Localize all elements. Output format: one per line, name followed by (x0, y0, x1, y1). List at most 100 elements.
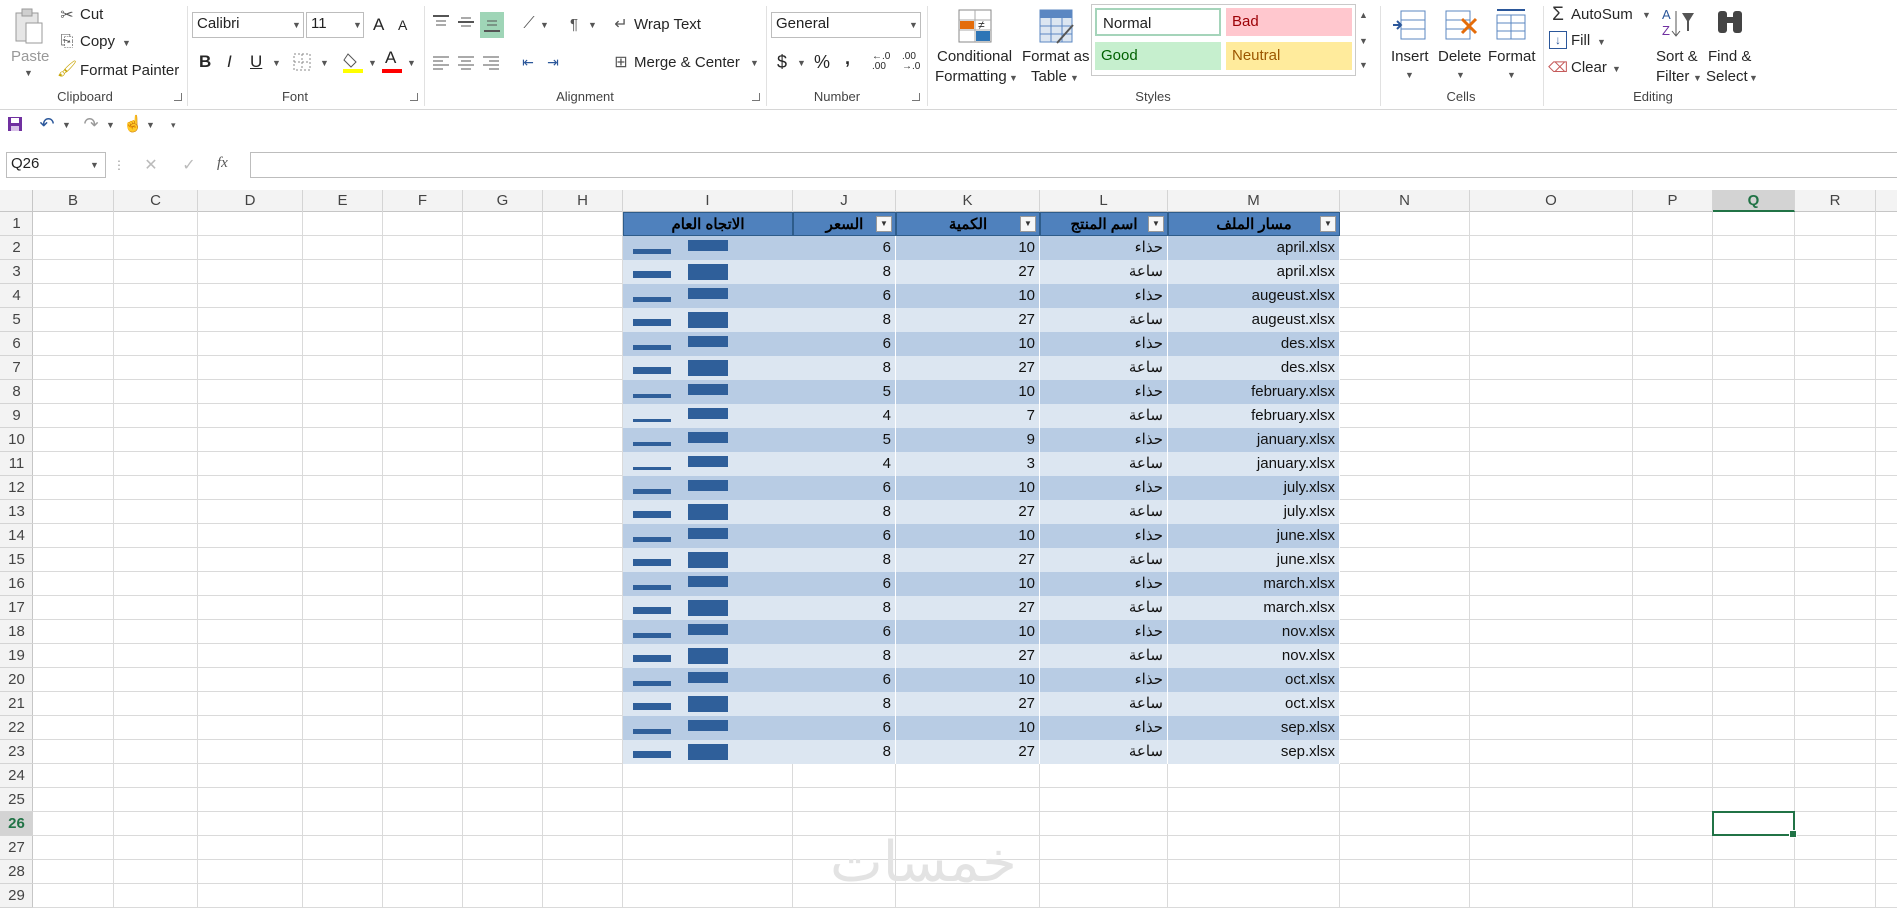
table-cell-k[interactable]: 10 (896, 332, 1040, 356)
insert-dropdown-icon[interactable]: ▼ (1405, 70, 1414, 80)
cancel-edit-icon[interactable]: ✕ (140, 154, 162, 176)
table-cell-l[interactable]: حذاء (1040, 284, 1168, 308)
orientation-icon[interactable]: ⟋ (518, 14, 540, 34)
number-format-select[interactable]: General (771, 12, 921, 38)
font-launcher[interactable] (410, 93, 418, 101)
row-header-10[interactable]: 10 (0, 428, 33, 452)
table-cell-m[interactable]: des.xlsx (1168, 332, 1340, 356)
name-box-dropdown-icon[interactable]: ▼ (90, 160, 99, 170)
number-launcher[interactable] (912, 93, 920, 101)
borders-dropdown-icon[interactable]: ▼ (320, 58, 329, 68)
align-top-icon[interactable] (430, 12, 452, 32)
copy-dropdown-icon[interactable]: ▼ (122, 38, 131, 48)
bold-button[interactable]: B (199, 52, 211, 72)
column-header-h[interactable]: H (543, 190, 623, 212)
fill-dropdown-icon[interactable]: ▼ (1597, 37, 1606, 47)
find-select-button[interactable]: Find & (1708, 48, 1751, 65)
font-name-select[interactable]: Calibri (192, 12, 304, 38)
table-header-m[interactable]: مسار الملف (1168, 212, 1340, 236)
table-cell-k[interactable]: 27 (896, 356, 1040, 380)
table-cell-k[interactable]: 10 (896, 620, 1040, 644)
row-header-23[interactable]: 23 (0, 740, 33, 764)
underline-button[interactable]: U (250, 52, 262, 72)
percent-button[interactable]: % (814, 52, 830, 73)
shrink-font-button[interactable]: A (398, 17, 407, 33)
table-cell-m[interactable]: april.xlsx (1168, 236, 1340, 260)
table-cell-l[interactable]: ساعة (1040, 740, 1168, 764)
find-select-dropdown-icon[interactable]: ▼ (1749, 73, 1758, 83)
table-cell-m[interactable]: january.xlsx (1168, 428, 1340, 452)
table-cell-l[interactable]: ساعة (1040, 452, 1168, 476)
table-cell-k[interactable]: 9 (896, 428, 1040, 452)
row-header-9[interactable]: 9 (0, 404, 33, 428)
table-cell-m[interactable]: june.xlsx (1168, 548, 1340, 572)
insert-function-button[interactable]: fx (217, 155, 228, 172)
column-header-p[interactable]: P (1633, 190, 1713, 212)
table-cell-l[interactable]: ساعة (1040, 692, 1168, 716)
delete-dropdown-icon[interactable]: ▼ (1456, 70, 1465, 80)
column-header-l[interactable]: L (1040, 190, 1168, 212)
table-cell-k[interactable]: 10 (896, 476, 1040, 500)
table-cell-k[interactable]: 7 (896, 404, 1040, 428)
format-as-table-button[interactable]: Format as (1022, 48, 1090, 65)
fill-button[interactable]: Fill (1571, 32, 1590, 49)
style-normal[interactable]: Normal (1095, 8, 1221, 36)
table-cell-j[interactable]: 8 (793, 596, 896, 620)
table-cell-j[interactable]: 6 (793, 572, 896, 596)
column-header-b[interactable]: B (33, 190, 114, 212)
insert-button[interactable]: Insert (1391, 48, 1429, 65)
column-header-g[interactable]: G (463, 190, 543, 212)
row-header-26[interactable]: 26 (0, 812, 33, 836)
filter-dropdown-icon[interactable]: ▼ (876, 216, 892, 232)
table-cell-k[interactable]: 10 (896, 236, 1040, 260)
row-header-14[interactable]: 14 (0, 524, 33, 548)
row-header-18[interactable]: 18 (0, 620, 33, 644)
decrease-indent-icon[interactable]: ⇤ (517, 52, 539, 72)
align-center-icon[interactable] (455, 52, 477, 72)
sort-filter-dropdown-icon[interactable]: ▼ (1693, 73, 1702, 83)
table-cell-k[interactable]: 10 (896, 716, 1040, 740)
find-select-button-line2[interactable]: Select (1706, 68, 1748, 85)
conditional-formatting-button-line2[interactable]: Formatting (935, 68, 1007, 85)
table-cell-j[interactable]: 6 (793, 236, 896, 260)
table-cell-l[interactable]: حذاء (1040, 716, 1168, 740)
filter-dropdown-icon[interactable]: ▼ (1148, 216, 1164, 232)
currency-dropdown-icon[interactable]: ▼ (797, 58, 806, 68)
fill-color-dropdown-icon[interactable]: ▼ (368, 58, 377, 68)
table-cell-m[interactable]: nov.xlsx (1168, 620, 1340, 644)
row-header-27[interactable]: 27 (0, 836, 33, 860)
row-header-1[interactable]: 1 (0, 212, 33, 236)
table-cell-j[interactable]: 8 (793, 644, 896, 668)
italic-button[interactable]: I (227, 52, 232, 72)
table-cell-j[interactable]: 4 (793, 452, 896, 476)
column-header-d[interactable]: D (198, 190, 303, 212)
table-cell-l[interactable]: حذاء (1040, 380, 1168, 404)
undo-icon[interactable]: ↶ (36, 113, 58, 135)
table-cell-k[interactable]: 27 (896, 740, 1040, 764)
table-cell-j[interactable]: 6 (793, 668, 896, 692)
style-bad[interactable]: Bad (1226, 8, 1352, 36)
row-header-8[interactable]: 8 (0, 380, 33, 404)
paragraph-direction-icon[interactable]: ¶ (563, 14, 585, 34)
table-cell-j[interactable]: 8 (793, 740, 896, 764)
table-cell-l[interactable]: حذاء (1040, 668, 1168, 692)
row-header-24[interactable]: 24 (0, 764, 33, 788)
column-header-j[interactable]: J (793, 190, 896, 212)
borders-icon[interactable] (292, 52, 312, 72)
comma-button[interactable]: , (845, 48, 850, 69)
table-cell-j[interactable]: 4 (793, 404, 896, 428)
redo-dropdown-icon[interactable]: ▼ (106, 120, 115, 130)
table-cell-m[interactable]: oct.xlsx (1168, 692, 1340, 716)
table-cell-m[interactable]: february.xlsx (1168, 380, 1340, 404)
table-cell-l[interactable]: حذاء (1040, 572, 1168, 596)
table-cell-k[interactable]: 10 (896, 668, 1040, 692)
formula-input[interactable] (250, 152, 1897, 178)
table-cell-m[interactable]: march.xlsx (1168, 596, 1340, 620)
table-header-i[interactable]: الاتجاه العام (623, 212, 793, 236)
font-color-dropdown-icon[interactable]: ▼ (407, 58, 416, 68)
row-header-25[interactable]: 25 (0, 788, 33, 812)
column-header-r[interactable]: R (1795, 190, 1876, 212)
table-cell-m[interactable]: january.xlsx (1168, 452, 1340, 476)
touch-mode-icon[interactable]: ☝ (122, 113, 144, 135)
table-cell-k[interactable]: 10 (896, 572, 1040, 596)
